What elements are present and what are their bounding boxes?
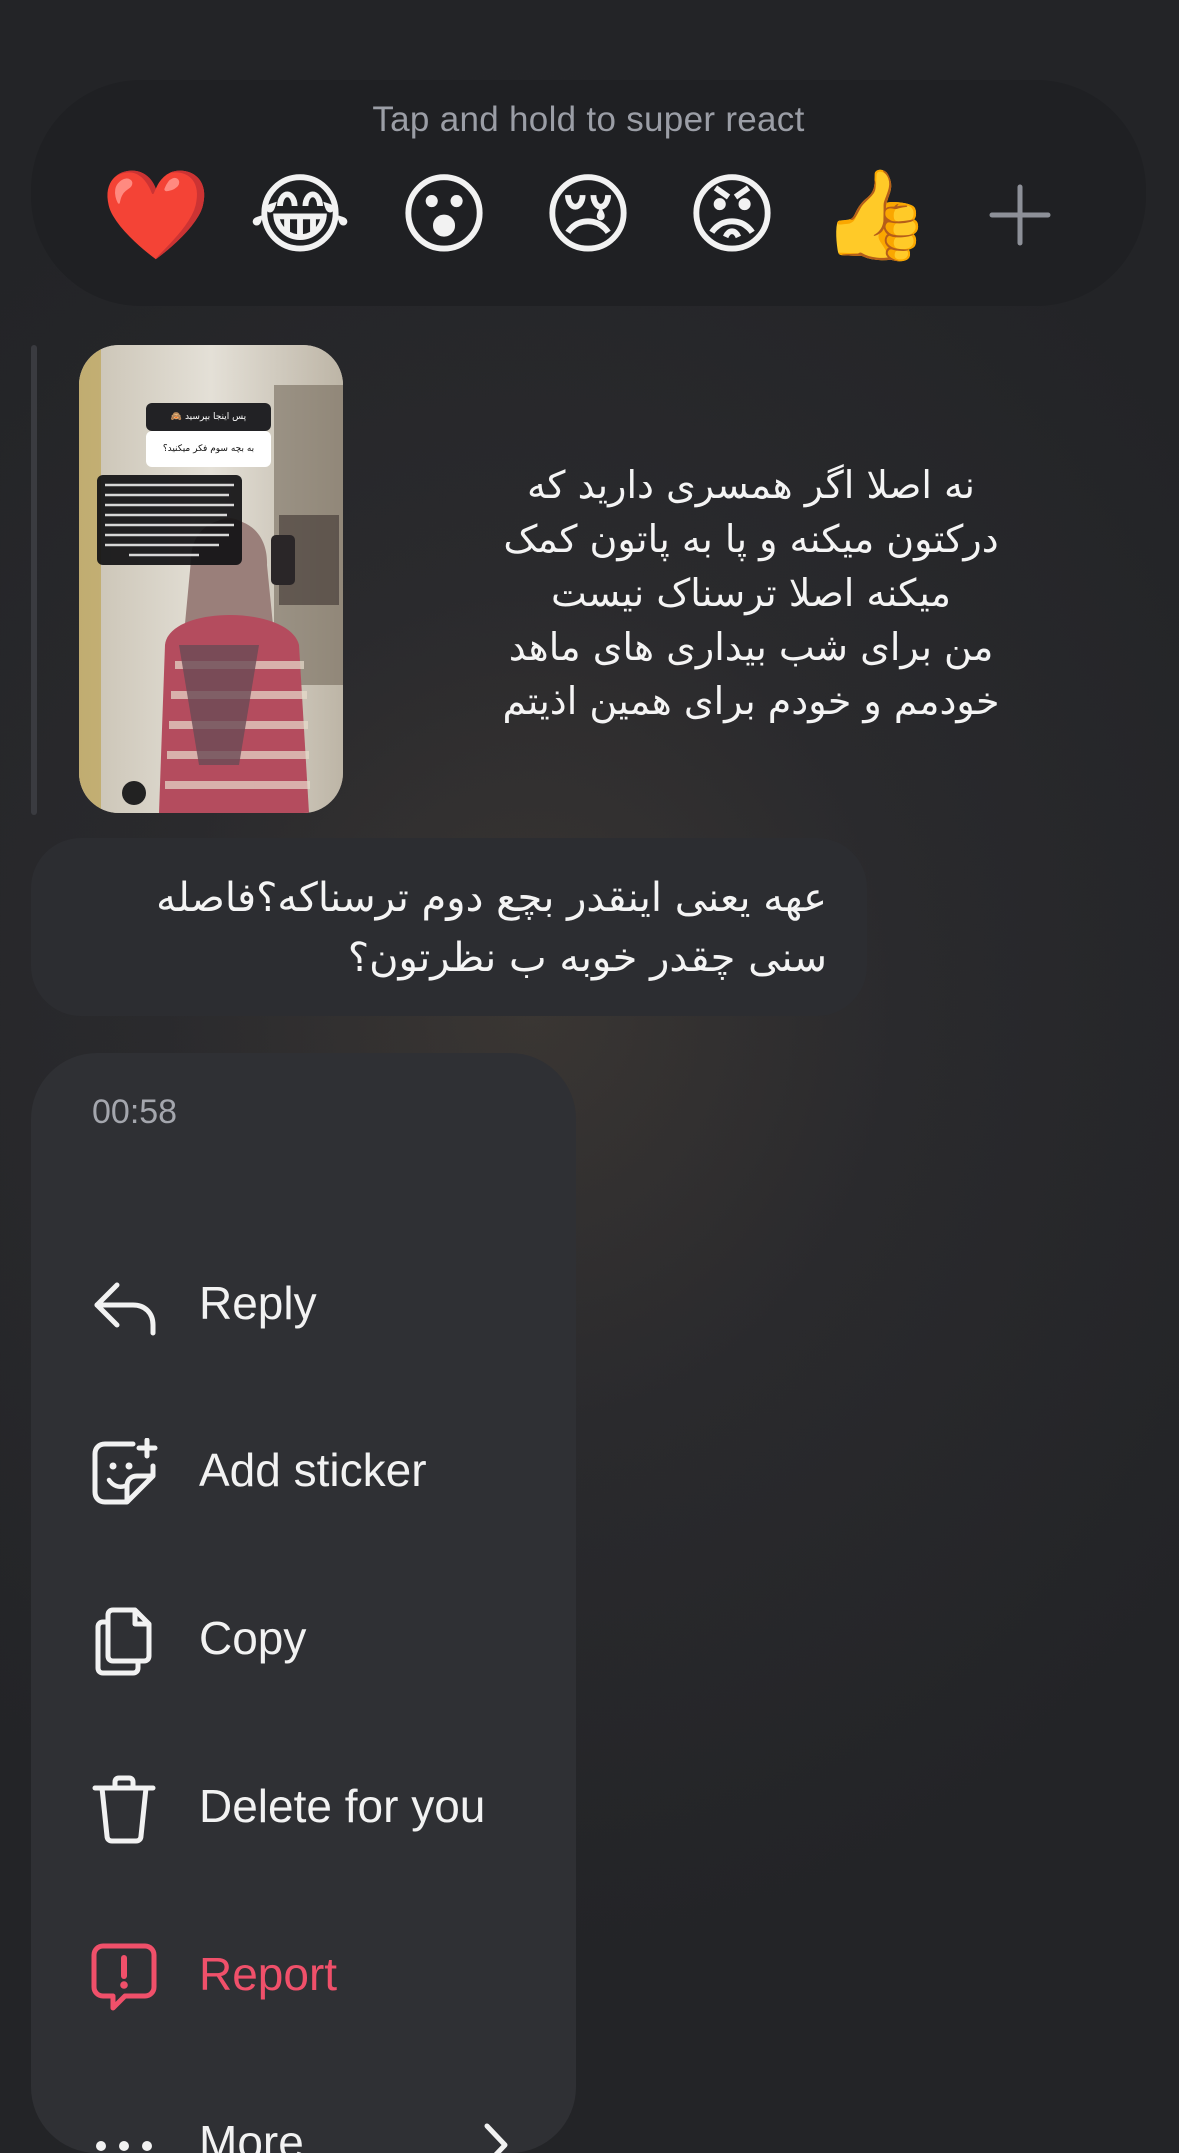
story-thumbnail[interactable]: پس اینجا بپرسید 🙈 به بچه سوم فکر میکنید؟ bbox=[79, 345, 343, 813]
red-heart-icon[interactable]: ❤️ bbox=[101, 160, 211, 270]
message-timestamp: 00:58 bbox=[92, 1093, 178, 1131]
surprised-face-icon[interactable]: 😮 bbox=[389, 160, 499, 270]
reaction-bar: Tap and hold to super react ❤️ 😂 😮 😢 😡 👍 bbox=[31, 80, 1146, 306]
copy-menu-item[interactable]: Copy bbox=[31, 1578, 576, 1698]
message-context-menu: 00:58 Reply Add sticker Copy Delete for … bbox=[31, 1053, 576, 2153]
report-icon bbox=[89, 1942, 159, 2012]
add-sticker-menu-item[interactable]: Add sticker bbox=[31, 1410, 576, 1530]
story-reply-text: نه اصلا اگر همسری دارید که درکتون میکنه … bbox=[502, 463, 1000, 723]
angry-face-icon[interactable]: 😡 bbox=[677, 160, 787, 270]
more-dots-icon bbox=[89, 2110, 159, 2153]
tears-of-joy-icon[interactable]: 😂 bbox=[245, 160, 355, 270]
plus-icon[interactable] bbox=[965, 160, 1075, 270]
reply-thread-line bbox=[31, 345, 37, 815]
crying-face-icon[interactable]: 😢 bbox=[533, 160, 643, 270]
copy-icon bbox=[89, 1606, 159, 1676]
story-thumbnail-title: پس اینجا بپرسید 🙈 bbox=[170, 412, 247, 422]
add-sticker-icon bbox=[89, 1437, 159, 1508]
emoji-row: ❤️ 😂 😮 😢 😡 👍 bbox=[31, 160, 1146, 270]
delete-for-you-menu-item[interactable]: Delete for you bbox=[31, 1746, 576, 1866]
more-label: More bbox=[199, 2116, 304, 2153]
reply-icon bbox=[89, 1271, 159, 1341]
copy-label: Copy bbox=[199, 1612, 307, 1664]
story-reply-message: پس اینجا بپرسید 🙈 به بچه سوم فکر میکنید؟… bbox=[31, 340, 1031, 820]
delete-for-you-label: Delete for you bbox=[199, 1780, 486, 1832]
story-thumbnail-question: به بچه سوم فکر میکنید؟ bbox=[162, 444, 255, 454]
report-menu-item[interactable]: Report bbox=[31, 1914, 576, 2034]
more-menu-item[interactable]: More bbox=[31, 2082, 576, 2153]
reply-label: Reply bbox=[199, 1277, 317, 1329]
report-label: Report bbox=[199, 1948, 338, 2000]
trash-icon bbox=[89, 1774, 159, 1844]
chevron-right-icon bbox=[471, 2120, 521, 2153]
selected-message-bubble[interactable]: عهه یعنی اینقدر بچع دوم ترسناکه؟فاصله سن… bbox=[31, 838, 867, 1016]
add-sticker-label: Add sticker bbox=[199, 1444, 427, 1496]
reply-menu-item[interactable]: Reply bbox=[31, 1243, 576, 1363]
reaction-hint: Tap and hold to super react bbox=[372, 100, 805, 139]
selected-message-text: عهه یعنی اینقدر بچع دوم ترسناکه؟فاصله سن… bbox=[156, 875, 827, 981]
thumbs-up-icon[interactable]: 👍 bbox=[821, 160, 931, 270]
